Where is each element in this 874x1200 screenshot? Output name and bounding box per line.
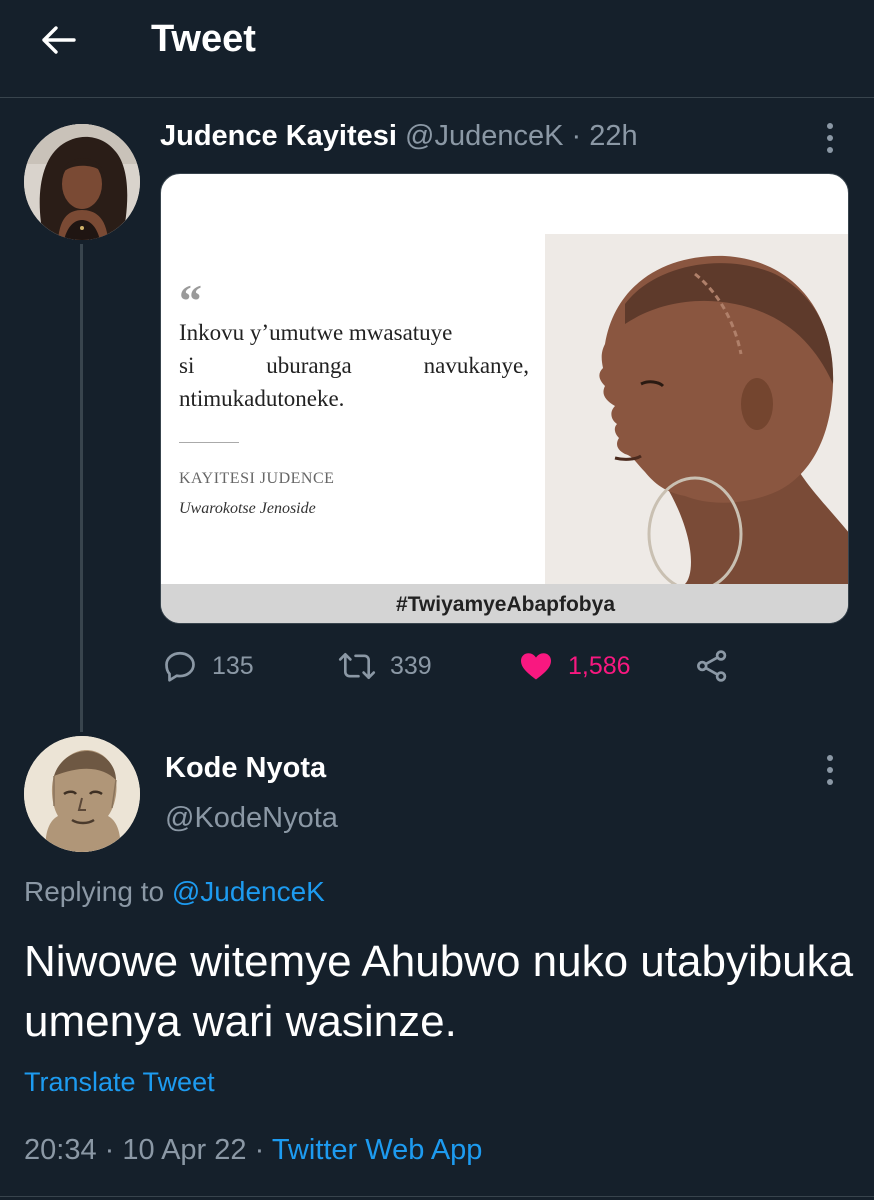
separator: · [254, 1134, 265, 1166]
author-name[interactable]: Judence Kayitesi [160, 120, 397, 152]
divider [179, 442, 239, 443]
replying-to-link[interactable]: @JudenceK [172, 876, 325, 907]
tweet-time[interactable]: 20:34 [24, 1134, 97, 1166]
quote-word: uburanga [266, 353, 352, 378]
like-button[interactable]: 1,586 [518, 644, 631, 688]
translate-link[interactable]: Translate Tweet [24, 1067, 215, 1098]
quote-line: si uburanga navukanye, [179, 349, 529, 382]
author-photo [24, 124, 140, 240]
share-button[interactable] [694, 644, 730, 688]
more-icon [827, 755, 833, 785]
author-handle[interactable]: @KodeNyota [165, 802, 338, 835]
author-photo [24, 736, 140, 852]
portrait-photo [545, 234, 848, 584]
separator: · [571, 120, 582, 152]
thread-connector [80, 244, 83, 732]
tweet-metadata: 20:34 · 10 Apr 22 · Twitter Web App [24, 1134, 482, 1167]
top-bar: Tweet [0, 0, 874, 98]
author-handle[interactable]: @JudenceK [405, 120, 563, 152]
quote-word: navukanye, [423, 353, 529, 378]
tweet-actions: 135 339 1,586 [160, 644, 760, 688]
tweet-source[interactable]: Twitter Web App [272, 1134, 483, 1166]
separator: · [104, 1134, 115, 1166]
quote-author: KAYITESI JUDENCE [179, 470, 335, 487]
hashtag-banner: #TwiyamyeAbapfobya [161, 584, 848, 623]
like-count: 1,586 [568, 651, 631, 680]
tweet-date[interactable]: 10 Apr 22 [122, 1134, 246, 1166]
timestamp[interactable]: 22h [589, 120, 637, 152]
quote-line: Inkovu y’umutwe mwasatuye [179, 320, 453, 345]
author-name[interactable]: Kode Nyota [165, 752, 326, 785]
reply-button[interactable]: 135 [162, 644, 254, 688]
page-title: Tweet [151, 18, 256, 60]
tweet-header: Judence Kayitesi @JudenceK · 22h [160, 120, 638, 153]
tweet-text: Niwowe witemye Ahubwo nuko utabyibuka um… [24, 937, 854, 1046]
tweet-image[interactable]: “ Inkovu y’umutwe mwasatuye si uburanga … [160, 173, 849, 624]
replying-prefix: Replying to [24, 876, 165, 907]
avatar[interactable] [24, 124, 140, 240]
reply-icon [165, 651, 195, 682]
replying-to: Replying to @JudenceK [24, 876, 325, 908]
more-button[interactable] [816, 752, 844, 788]
heart-icon [521, 653, 551, 680]
more-icon [827, 123, 833, 153]
quote-text: Inkovu y’umutwe mwasatuye si uburanga na… [179, 316, 529, 415]
quote-line: ntimukadutoneke. [179, 386, 345, 411]
back-button[interactable] [34, 20, 82, 60]
avatar[interactable] [24, 736, 140, 852]
back-arrow-icon [42, 26, 76, 54]
retweet-count: 339 [390, 651, 432, 680]
quote-word: si [179, 353, 195, 378]
reply-count: 135 [212, 651, 254, 680]
retweet-icon [338, 652, 376, 680]
retweet-button[interactable]: 339 [338, 644, 432, 688]
more-button[interactable] [816, 120, 844, 156]
quote-subtitle: Uwarokotse Jenoside [179, 500, 316, 517]
share-icon [697, 650, 727, 682]
divider [0, 1196, 874, 1197]
tweet-detail-page: Tweet Judence Kayitesi @JudenceK · 22h “… [0, 0, 874, 1200]
